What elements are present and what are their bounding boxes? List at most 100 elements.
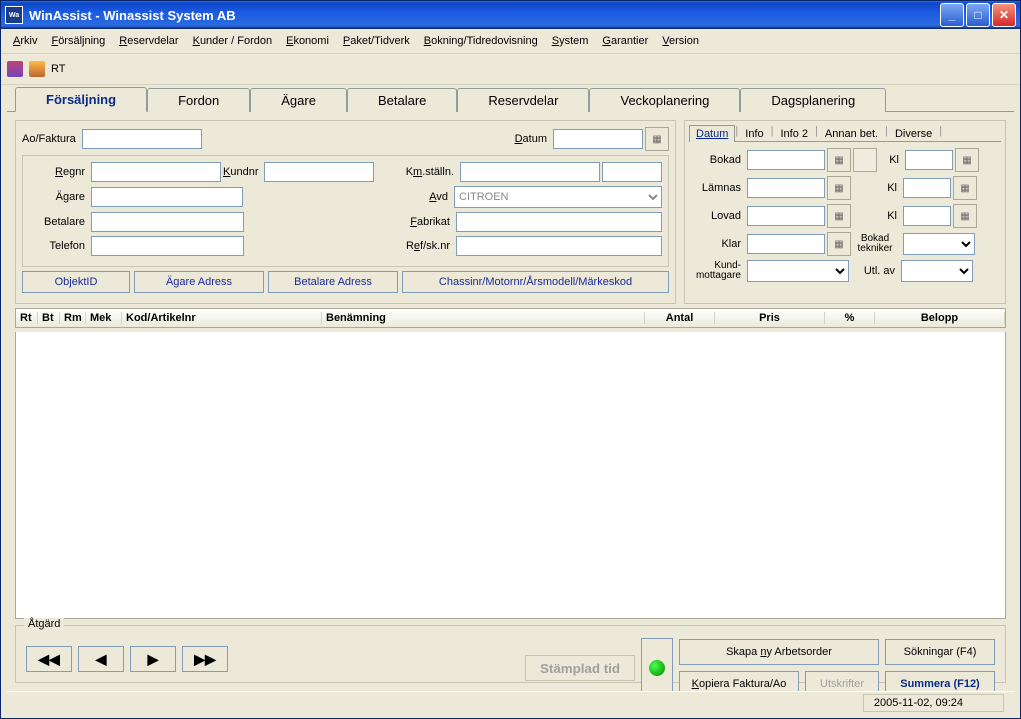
label-aofaktura: Ao/Faktura <box>22 133 80 145</box>
input-kundnr[interactable] <box>264 162 374 182</box>
bokad-extra-square[interactable] <box>853 148 877 172</box>
label-regnr: Regnr <box>29 166 89 178</box>
button-betalare-adress[interactable]: Betalare Adress <box>268 271 398 293</box>
calendar-bokad-kl[interactable]: ▦ <box>955 148 979 172</box>
menu-kunder[interactable]: Kunder / Fordon <box>187 33 279 49</box>
subtab-diverse[interactable]: Diverse <box>888 125 939 142</box>
select-avd[interactable]: CITROEN <box>454 186 662 208</box>
input-fabrikat[interactable] <box>456 212 662 232</box>
menu-system[interactable]: System <box>546 33 595 49</box>
maximize-button[interactable]: □ <box>966 3 990 27</box>
menu-bokning[interactable]: Bokning/Tidredovisning <box>418 33 544 49</box>
input-regnr[interactable] <box>91 162 221 182</box>
subtab-datum[interactable]: Datum <box>689 125 735 142</box>
skapa-arbetsorder-button[interactable]: Skapa ny Arbetsorder <box>679 639 879 665</box>
close-button[interactable]: ✕ <box>992 3 1016 27</box>
label-bokad: Bokad <box>691 154 745 166</box>
input-kmstalln-extra[interactable] <box>602 162 662 182</box>
sokningar-button[interactable]: Sökningar (F4) <box>885 639 995 665</box>
calendar-button-datum[interactable]: ▦ <box>645 127 669 151</box>
input-bokad-date[interactable] <box>747 150 825 170</box>
menu-reservdelar[interactable]: Reservdelar <box>113 33 184 49</box>
menu-forsaljning[interactable]: Försäljning <box>45 33 111 49</box>
col-rm[interactable]: Rm <box>60 312 86 324</box>
menu-ekonomi[interactable]: Ekonomi <box>280 33 335 49</box>
tab-forsaljning[interactable]: Försäljning <box>15 87 147 112</box>
label-agare: Ägare <box>29 191 89 203</box>
subtab-info2[interactable]: Info 2 <box>773 125 815 142</box>
grid-body[interactable] <box>15 332 1006 619</box>
menu-arkiv[interactable]: Arkiv <box>7 33 43 49</box>
input-bokad-kl[interactable] <box>905 150 953 170</box>
label-lovad: Lovad <box>691 210 745 222</box>
col-bt[interactable]: Bt <box>38 312 60 324</box>
label-kmstalln: Km.ställn. <box>406 166 458 178</box>
minimize-button[interactable]: _ <box>940 3 964 27</box>
calendar-klar[interactable]: ▦ <box>827 232 851 256</box>
calendar-lamnas-kl[interactable]: ▦ <box>953 176 977 200</box>
button-agare-adress[interactable]: Ägare Adress <box>134 271 264 293</box>
menu-version[interactable]: Version <box>656 33 705 49</box>
input-lamnas-kl[interactable] <box>903 178 951 198</box>
kopiera-button[interactable]: Kopiera Faktura/Ao <box>679 671 799 691</box>
input-refsk[interactable] <box>456 236 662 256</box>
select-utlav[interactable] <box>901 260 973 282</box>
toolbar-rt-label: RT <box>51 63 65 75</box>
summera-button[interactable]: Summera (F12) <box>885 671 995 691</box>
tab-betalare[interactable]: Betalare <box>347 88 457 112</box>
label-fabrikat: Fabrikat <box>390 216 454 228</box>
calendar-lovad[interactable]: ▦ <box>827 204 851 228</box>
app-window: Wa WinAssist - Winassist System AB _ □ ✕… <box>0 0 1021 719</box>
input-telefon[interactable] <box>91 236 244 256</box>
subtab-info[interactable]: Info <box>738 125 770 142</box>
select-kundmottagare[interactable] <box>747 260 849 282</box>
label-bokad-kl: Kl <box>879 154 903 166</box>
tab-dagsplanering[interactable]: Dagsplanering <box>740 88 886 112</box>
col-belopp[interactable]: Belopp <box>875 312 1005 324</box>
nav-prev-button[interactable]: ◀ <box>78 646 124 672</box>
select-bokadtekniker[interactable] <box>903 233 975 255</box>
col-kod[interactable]: Kod/Artikelnr <box>122 312 322 324</box>
menu-bar: Arkiv Försäljning Reservdelar Kunder / F… <box>1 29 1020 54</box>
input-agare[interactable] <box>91 187 243 207</box>
tab-agare[interactable]: Ägare <box>250 88 347 112</box>
subtab-annan[interactable]: Annan bet. <box>818 125 885 142</box>
calendar-bokad[interactable]: ▦ <box>827 148 851 172</box>
label-avd: Avd <box>388 191 452 203</box>
calendar-lovad-kl[interactable]: ▦ <box>953 204 977 228</box>
label-lovad-kl: Kl <box>877 210 901 222</box>
toolbar-icon-2[interactable] <box>29 61 45 77</box>
calendar-lamnas[interactable]: ▦ <box>827 176 851 200</box>
input-klar-date[interactable] <box>747 234 825 254</box>
input-lovad-kl[interactable] <box>903 206 951 226</box>
status-indicator-box[interactable] <box>641 638 673 691</box>
input-lamnas-date[interactable] <box>747 178 825 198</box>
input-lovad-date[interactable] <box>747 206 825 226</box>
toolbar-icon-1[interactable] <box>7 61 23 77</box>
tab-reservdelar[interactable]: Reservdelar <box>457 88 589 112</box>
tab-fordon[interactable]: Fordon <box>147 88 250 112</box>
input-kmstalln[interactable] <box>460 162 600 182</box>
tab-veckoplanering[interactable]: Veckoplanering <box>589 88 740 112</box>
status-time: 2005-11-02, 09:24 <box>863 694 1004 712</box>
col-rt[interactable]: Rt <box>16 312 38 324</box>
col-antal[interactable]: Antal <box>645 312 715 324</box>
input-aofaktura[interactable] <box>82 129 202 149</box>
button-chassi[interactable]: Chassinr/Motornr/Årsmodell/Märkeskod <box>402 271 669 293</box>
nav-last-button[interactable]: ▶▶ <box>182 646 228 672</box>
app-icon: Wa <box>5 6 23 24</box>
input-betalare[interactable] <box>91 212 244 232</box>
nav-first-button[interactable]: ◀◀ <box>26 646 72 672</box>
col-pct[interactable]: % <box>825 312 875 324</box>
stamplad-tid-button: Stämplad tid <box>525 655 635 681</box>
utskrifter-button: Utskrifter <box>805 671 879 691</box>
nav-next-button[interactable]: ▶ <box>130 646 176 672</box>
input-datum[interactable] <box>553 129 643 149</box>
col-mek[interactable]: Mek <box>86 312 122 324</box>
menu-garantier[interactable]: Garantier <box>596 33 654 49</box>
col-pris[interactable]: Pris <box>715 312 825 324</box>
menu-paket[interactable]: Paket/Tidverk <box>337 33 416 49</box>
col-benamning[interactable]: Benämning <box>322 312 645 324</box>
button-objektid[interactable]: ObjektID <box>22 271 130 293</box>
sub-tab-strip: Datum| Info| Info 2| Annan bet.| Diverse… <box>689 125 1001 142</box>
